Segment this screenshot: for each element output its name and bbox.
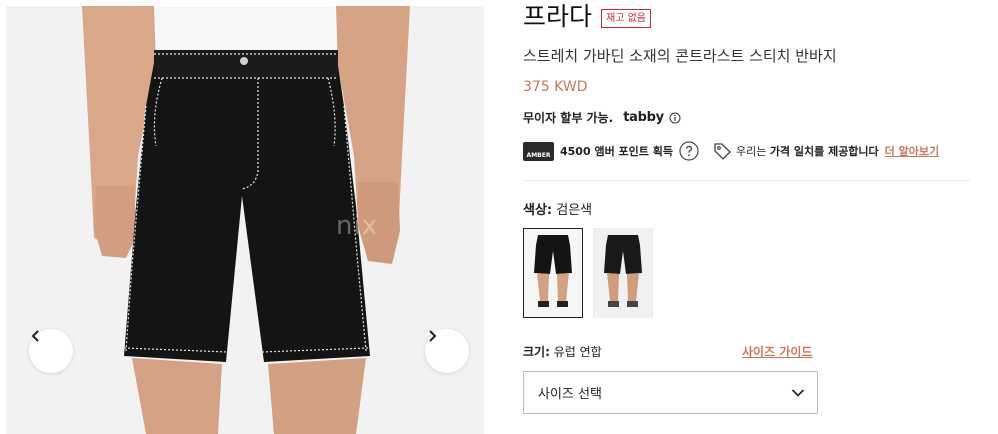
installments-text: 무이자 할부 가능.: [523, 111, 614, 125]
color-label: 색상: 검은색: [523, 199, 592, 218]
installments-row: 무이자 할부 가능. tabby: [523, 109, 681, 126]
price-match-text: 우리는 가격 일치를 제공합니다: [736, 143, 879, 159]
help-icon[interactable]: [679, 141, 699, 161]
swatch-image-black: [524, 229, 582, 317]
size-label-key: 크기:: [523, 345, 550, 359]
product-image-gallery[interactable]: nix: [6, 6, 484, 434]
size-label: 크기: 유럽 연합: [523, 343, 602, 360]
learn-more-link[interactable]: 더 알아보기: [885, 143, 939, 159]
color-value: 검은색: [556, 203, 593, 218]
amber-logo: AMBER: [523, 141, 554, 161]
price-match-prefix: 우리는: [735, 145, 770, 158]
price-tag-icon: [712, 141, 732, 161]
swatch-image-white: [594, 229, 652, 317]
section-divider: [523, 180, 970, 181]
chevron-left-icon: [31, 330, 39, 342]
product-price: 375 KWD: [523, 79, 588, 95]
info-icon[interactable]: [669, 112, 681, 124]
out-of-stock-badge: 재고 없음: [601, 8, 651, 28]
price-match-bold: 가격 일치를 제공합니다: [769, 145, 879, 158]
size-select-dropdown[interactable]: 사이즈 선택: [523, 371, 818, 414]
previous-image-button[interactable]: [29, 329, 73, 373]
size-select-placeholder: 사이즈 선택: [538, 387, 602, 402]
product-image: [6, 6, 484, 434]
watermark-text: nix: [336, 211, 379, 241]
product-title: 스트레치 가바딘 소재의 콘트라스트 스티치 반바지: [523, 47, 837, 65]
amber-points-text: 4500 앰버 포인트 획득: [560, 145, 673, 158]
brand-name[interactable]: 프라다: [523, 2, 592, 32]
size-guide-link[interactable]: 사이즈 가이드: [742, 343, 812, 360]
tabby-logo: tabby: [623, 110, 664, 125]
chevron-down-icon: [791, 388, 805, 397]
points-row: AMBER 4500 앰버 포인트 획득 우리는 가격 일치를 제공합니다 더 …: [523, 141, 939, 161]
amber-logo-text: AMBER: [526, 151, 551, 159]
next-image-button[interactable]: [425, 329, 469, 373]
color-swatch-black[interactable]: [523, 228, 583, 318]
color-swatch-white[interactable]: [593, 228, 653, 318]
color-label-key: 색상:: [523, 203, 553, 218]
size-region: 유럽 연합: [553, 345, 602, 359]
chevron-right-icon: [429, 330, 437, 342]
brand-row: 프라다 재고 없음: [523, 2, 651, 32]
